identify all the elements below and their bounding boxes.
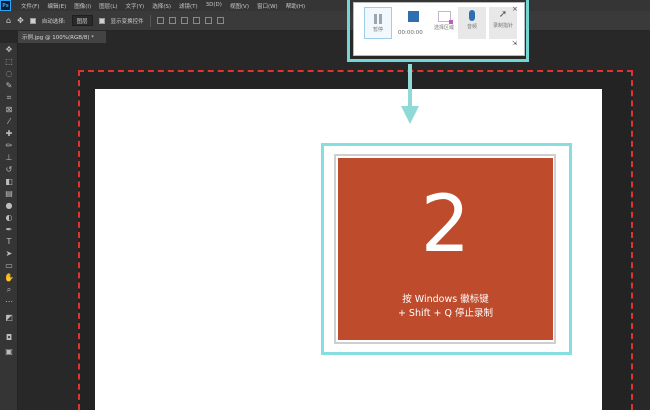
tools-panel: ✥ ⬚ ◌ ✎ ⌗ ⊠ ⁄ ✚ ✏ ⊥ ↺ ◧ ▤ ● ◐ ✒ T ➤ ▭ ✋ … — [0, 43, 18, 410]
select-area-button[interactable]: 选择区域 — [430, 7, 458, 39]
annotation-arrow-shaft — [408, 64, 412, 108]
dodge-icon[interactable]: ◐ — [4, 213, 14, 223]
audio-label: 音频 — [466, 24, 477, 30]
menu-select[interactable]: 选择(S) — [152, 2, 171, 10]
show-transform-label: 显示变换控件 — [110, 18, 144, 25]
history-brush-icon[interactable]: ↺ — [4, 165, 14, 175]
annotation-arrow-head — [401, 106, 419, 124]
hand-icon[interactable]: ✋ — [4, 273, 14, 283]
stop-icon — [407, 11, 419, 22]
record-pointer-label: 录制指针 — [492, 23, 513, 29]
menu-bar: Ps 文件(F) 编辑(E) 图像(I) 图层(L) 文字(Y) 选择(S) 滤… — [0, 0, 650, 11]
quick-select-icon[interactable]: ✎ — [4, 81, 14, 91]
show-transform-checkbox[interactable] — [98, 17, 105, 24]
menu-view[interactable]: 视图(V) — [230, 2, 249, 10]
shape-icon[interactable]: ▭ — [4, 261, 14, 271]
gradient-icon[interactable]: ▤ — [4, 189, 14, 199]
menu-window[interactable]: 窗口(W) — [257, 2, 278, 10]
blur-icon[interactable]: ● — [4, 201, 14, 211]
expand-icon[interactable]: ⇲ — [512, 40, 517, 47]
stop-hint-line1: 按 Windows 徽标键 — [402, 294, 489, 305]
align-left-icon[interactable] — [156, 17, 164, 24]
marquee-icon[interactable]: ⬚ — [4, 57, 14, 67]
align-bottom-icon[interactable] — [216, 17, 224, 24]
align-top-icon[interactable] — [192, 17, 200, 24]
type-icon[interactable]: T — [4, 237, 14, 247]
auto-select-checkbox[interactable] — [29, 17, 36, 24]
stop-hint-line2: + Shift + Q 停止录制 — [397, 308, 494, 319]
select-area-icon — [437, 11, 453, 24]
zoom-icon[interactable]: ⌕ — [4, 285, 14, 295]
menu-items: 文件(F) 编辑(E) 图像(I) 图层(L) 文字(Y) 选择(S) 滤镜(T… — [21, 2, 305, 10]
countdown-number: 2 — [420, 180, 471, 270]
brush-icon[interactable]: ✏ — [4, 141, 14, 151]
pause-icon — [374, 14, 382, 24]
frame-icon[interactable]: ⊠ — [4, 105, 14, 115]
align-right-icon[interactable] — [180, 17, 188, 24]
move-icon[interactable]: ✥ — [4, 45, 14, 55]
path-select-icon[interactable]: ➤ — [4, 249, 14, 259]
menu-edit[interactable]: 编辑(E) — [47, 2, 66, 10]
align-middle-icon[interactable] — [204, 17, 212, 24]
pause-button[interactable]: 暂停 — [364, 7, 392, 39]
menu-3d[interactable]: 3D(D) — [206, 2, 222, 10]
photoshop-logo-icon[interactable]: Ps — [0, 0, 11, 11]
align-center-icon[interactable] — [168, 17, 176, 24]
menu-layer[interactable]: 图层(L) — [99, 2, 117, 10]
more-icon[interactable]: ⋯ — [4, 297, 14, 307]
quick-mask-icon[interactable]: ◘ — [4, 333, 14, 343]
close-icon[interactable]: × — [512, 5, 518, 13]
options-bar: ⌂ ✥ 自动选择: 图层 显示变换控件 — [0, 11, 650, 31]
eyedropper-icon[interactable]: ⁄ — [4, 117, 14, 127]
pen-icon[interactable]: ✒ — [4, 225, 14, 235]
healing-icon[interactable]: ✚ — [4, 129, 14, 139]
align-buttons — [156, 17, 224, 24]
eraser-icon[interactable]: ◧ — [4, 177, 14, 187]
divider — [149, 14, 151, 27]
audio-button[interactable]: 音频 — [458, 7, 486, 39]
auto-select-label: 自动选择: — [41, 18, 66, 25]
layer-dropdown[interactable]: 图层 — [71, 15, 93, 26]
lasso-icon[interactable]: ◌ — [4, 69, 14, 79]
stamp-icon[interactable]: ⊥ — [4, 153, 14, 163]
home-icon[interactable]: ⌂ — [6, 16, 11, 25]
pause-label: 暂停 — [372, 27, 383, 33]
microphone-icon — [469, 10, 475, 21]
crop-icon[interactable]: ⌗ — [4, 93, 14, 103]
recording-timer: 00:00:00 — [398, 30, 423, 36]
color-swatch-icon[interactable]: ◩ — [4, 313, 14, 323]
select-area-label: 选择区域 — [433, 25, 454, 31]
menu-image[interactable]: 图像(I) — [74, 2, 91, 10]
move-tool-icon[interactable]: ✥ — [17, 16, 24, 25]
screen-mode-icon[interactable]: ▣ — [4, 347, 14, 357]
menu-filter[interactable]: 滤镜(T) — [179, 2, 198, 10]
menu-file[interactable]: 文件(F) — [21, 2, 39, 10]
document-tab[interactable]: 示例.jpg @ 100%(RGB/8) * — [18, 31, 106, 43]
menu-type[interactable]: 文字(Y) — [126, 2, 145, 10]
tab-bar: 示例.jpg @ 100%(RGB/8) * — [18, 31, 650, 43]
cursor-icon: ➚ — [498, 9, 508, 20]
menu-help[interactable]: 帮助(H) — [286, 2, 305, 10]
